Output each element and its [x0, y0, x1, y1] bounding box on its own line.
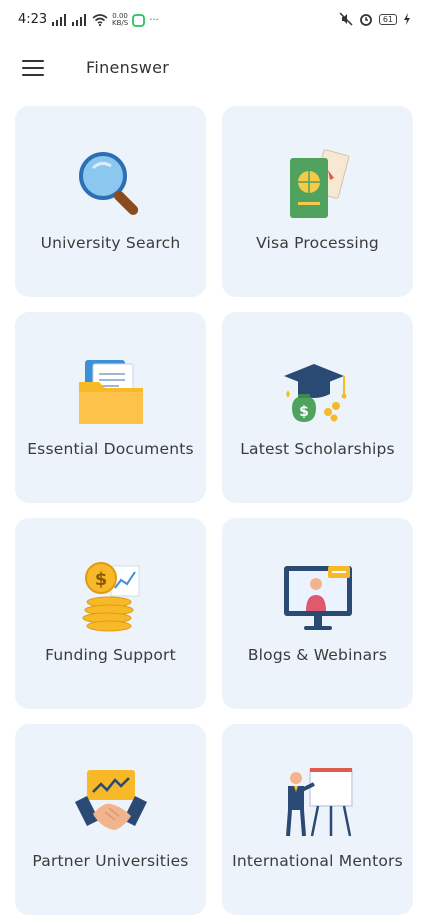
status-time: 4:23	[18, 12, 48, 27]
tile-university-search[interactable]: University Search	[15, 106, 206, 297]
more-notifications-icon: ···	[149, 14, 159, 26]
tile-visa-processing[interactable]: Visa Processing	[222, 106, 413, 297]
coins-icon: $	[82, 562, 139, 632]
net-speed-unit: KB/S	[112, 19, 129, 27]
tile-international-mentors[interactable]: International Mentors	[222, 724, 413, 915]
hamburger-menu-icon[interactable]	[22, 60, 44, 76]
tile-partner-universities[interactable]: Partner Universities	[15, 724, 206, 915]
status-bar: 4:23 0.00 KB/S ··· 61	[0, 0, 427, 40]
handshake-icon	[74, 770, 147, 830]
tile-label: Visa Processing	[256, 234, 379, 252]
tile-label: University Search	[40, 234, 181, 252]
wifi-icon	[92, 14, 108, 26]
tile-label: Essential Documents	[27, 440, 194, 458]
passport-icon	[289, 149, 349, 218]
tile-label: International Mentors	[232, 852, 403, 870]
magnifier-icon	[78, 152, 138, 215]
tile-blogs-webinars[interactable]: Blogs & Webinars	[222, 518, 413, 709]
status-left-icons: 0.00 KB/S ···	[52, 13, 159, 27]
svg-text:$: $	[299, 404, 309, 420]
signal-icon	[72, 14, 88, 26]
monitor-presenter-icon	[283, 566, 352, 630]
tile-essential-documents[interactable]: Essential Documents	[15, 312, 206, 503]
status-right-icons: 61	[339, 12, 411, 26]
folder-icon	[78, 360, 143, 424]
mute-icon	[339, 12, 353, 26]
tile-label: Blogs & Webinars	[247, 646, 388, 664]
alarm-icon	[359, 14, 372, 26]
message-icon	[132, 13, 146, 27]
app-title: Finenswer	[86, 58, 170, 77]
tile-label: Latest Scholarships	[240, 440, 395, 458]
mentor-board-icon	[285, 768, 353, 837]
tile-funding-support[interactable]: $ Funding Support	[15, 518, 206, 709]
tile-latest-scholarships[interactable]: $ Latest Scholarships	[222, 312, 413, 503]
graduation-money-icon: $	[283, 364, 346, 422]
svg-text:$: $	[94, 569, 107, 590]
net-speed: 0.00 KB/S	[112, 13, 128, 27]
charging-icon	[404, 13, 410, 25]
signal-icon	[52, 14, 68, 26]
battery-indicator: 61	[378, 13, 397, 25]
app-bar: Finenswer	[0, 44, 427, 90]
tile-label: Partner Universities	[32, 852, 189, 870]
tile-label: Funding Support	[45, 646, 176, 664]
